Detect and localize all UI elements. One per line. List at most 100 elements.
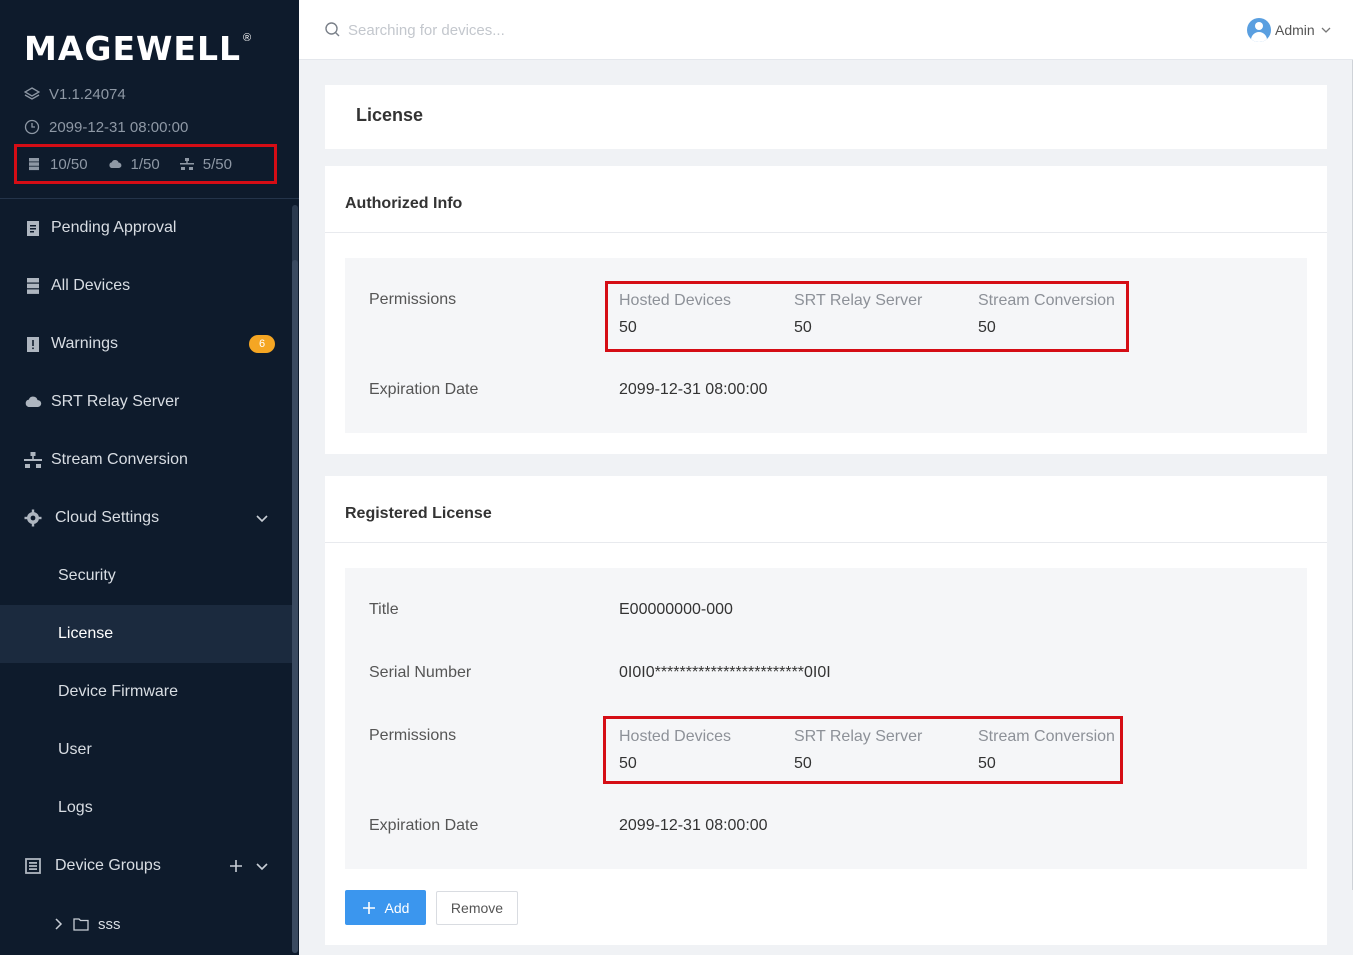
sidebar-item-warnings[interactable]: Warnings 6 [0, 315, 292, 373]
sidebar-item-all-devices[interactable]: All Devices [0, 257, 292, 315]
sidebar-item-label: Device Firmware [58, 683, 179, 700]
title-value: E00000000-000 [619, 601, 733, 618]
network-icon [179, 158, 194, 170]
sidebar-item-pending-approval[interactable]: Pending Approval [0, 199, 292, 257]
sidebar-item-security[interactable]: Security [0, 547, 292, 605]
chevron-down-icon [1321, 27, 1331, 33]
version-info: V1.1.24074 [24, 84, 126, 104]
stat-srt: 1/50 [108, 156, 160, 173]
gear-icon [24, 509, 42, 527]
authorized-details: Permissions Hosted Devices 50 SRT Relay … [345, 258, 1307, 433]
user-menu[interactable]: Admin [1247, 18, 1332, 42]
stat-devices-value: 10/50 [50, 155, 88, 173]
sidebar-item-label: License [58, 625, 114, 642]
perm-label: Hosted Devices [619, 728, 732, 745]
perm-srt-relay: SRT Relay Server 50 [794, 292, 922, 337]
layers-icon [24, 87, 40, 100]
sidebar-item-user[interactable]: User [0, 721, 292, 779]
perm-value: 50 [619, 319, 637, 336]
clipboard-icon [27, 221, 39, 236]
sidebar-item-label: Stream Conversion [51, 451, 188, 468]
stat-srt-value: 1/50 [130, 155, 160, 173]
perm-value: 50 [619, 755, 637, 772]
sidebar-item-label: Security [58, 567, 116, 584]
expiration-label: Expiration Date [369, 381, 479, 398]
page-title: License [356, 105, 424, 125]
stat-stream: 5/50 [179, 155, 232, 173]
chevron-down-icon[interactable] [254, 858, 270, 874]
section-title: Authorized Info [345, 195, 463, 212]
sidebar-item-label: Pending Approval [51, 219, 177, 236]
perm-label: SRT Relay Server [794, 292, 923, 309]
plus-icon [362, 901, 375, 914]
search-icon [325, 22, 340, 37]
sidebar-item-device-groups[interactable]: Device Groups [0, 837, 292, 895]
server-icon [27, 278, 39, 294]
top-bar: Admin [299, 0, 1353, 60]
perm-stream-conversion: Stream Conversion 50 [978, 292, 1115, 337]
perm-value: 50 [794, 755, 812, 772]
add-button-label: Add [384, 899, 410, 916]
perm-hosted-devices: Hosted Devices 50 [619, 292, 731, 337]
title-label: Title [369, 601, 399, 618]
perm-label: Stream Conversion [978, 292, 1115, 309]
stat-stream-value: 5/50 [202, 155, 232, 173]
datetime-info: 2099-12-31 08:00:00 [24, 117, 188, 137]
perm-label: Stream Conversion [978, 728, 1115, 745]
clock-icon [24, 119, 40, 135]
sidebar-item-group-sss[interactable]: sss [0, 895, 292, 953]
sidebar-item-label: Logs [58, 799, 93, 816]
version-text: V1.1.24074 [49, 85, 126, 103]
expiration-label: Expiration Date [369, 817, 479, 834]
folder-icon [73, 918, 89, 931]
sidebar-scrollbar-thumb[interactable] [292, 260, 298, 953]
network-icon [24, 452, 42, 468]
user-name: Admin [1275, 22, 1315, 38]
perm-hosted-devices: Hosted Devices 50 [619, 728, 731, 773]
add-license-button[interactable]: Add [345, 890, 426, 925]
brand-logo: MAGEWELL ® [24, 32, 251, 66]
datetime-text: 2099-12-31 08:00:00 [49, 118, 189, 136]
expiration-value: 2099-12-31 08:00:00 [619, 381, 768, 398]
perm-value: 50 [978, 319, 996, 336]
authorized-permissions-highlight: Hosted Devices 50 SRT Relay Server 50 St… [605, 281, 1129, 352]
serial-label: Serial Number [369, 664, 472, 681]
registered-mark: ® [243, 32, 252, 44]
cloud-icon [108, 159, 121, 168]
logo-text: MAGEWELL [24, 29, 242, 68]
permissions-label: Permissions [369, 727, 457, 744]
sidebar-item-cloud-settings[interactable]: Cloud Settings [0, 489, 292, 547]
authorized-info-card: Authorized Info Permissions Hosted Devic… [325, 166, 1327, 454]
sidebar-item-label: All Devices [51, 277, 131, 294]
serial-value: 0I0I0************************0I0I [619, 664, 831, 681]
perm-stream-conversion: Stream Conversion 50 [978, 728, 1115, 773]
section-title: Registered License [345, 505, 492, 522]
add-group-icon[interactable] [228, 858, 244, 874]
sidebar-item-label: SRT Relay Server [51, 393, 180, 410]
server-icon [29, 158, 39, 171]
perm-label: Hosted Devices [619, 292, 732, 309]
page-header: License [325, 85, 1327, 149]
sidebar: MAGEWELL ® V1.1.24074 2099-12-31 08:00:0… [0, 0, 299, 955]
sidebar-item-label: Device Groups [55, 857, 161, 874]
chevron-right-icon[interactable] [54, 917, 64, 931]
chevron-down-icon[interactable] [254, 510, 270, 526]
sidebar-item-logs[interactable]: Logs [0, 779, 292, 837]
sidebar-item-license[interactable]: License [0, 605, 292, 663]
sidebar-item-label: User [58, 741, 92, 758]
sidebar-item-srt-relay-server[interactable]: SRT Relay Server [0, 373, 292, 431]
sidebar-item-device-firmware[interactable]: Device Firmware [0, 663, 292, 721]
expiration-value: 2099-12-31 08:00:00 [619, 817, 768, 834]
card-divider [325, 232, 1327, 233]
stat-devices: 10/50 [27, 156, 88, 173]
avatar [1247, 18, 1271, 42]
registered-details: Title E00000000-000 Serial Number 0I0I0*… [345, 568, 1307, 869]
search-input[interactable] [348, 17, 748, 43]
groups-icon [25, 858, 41, 874]
cloud-icon [25, 396, 42, 407]
sidebar-item-label: Cloud Settings [55, 509, 160, 526]
warnings-count-badge: 6 [249, 335, 275, 353]
sidebar-item-stream-conversion[interactable]: Stream Conversion [0, 431, 292, 489]
remove-license-button[interactable]: Remove [436, 891, 518, 925]
perm-label: SRT Relay Server [794, 728, 923, 745]
